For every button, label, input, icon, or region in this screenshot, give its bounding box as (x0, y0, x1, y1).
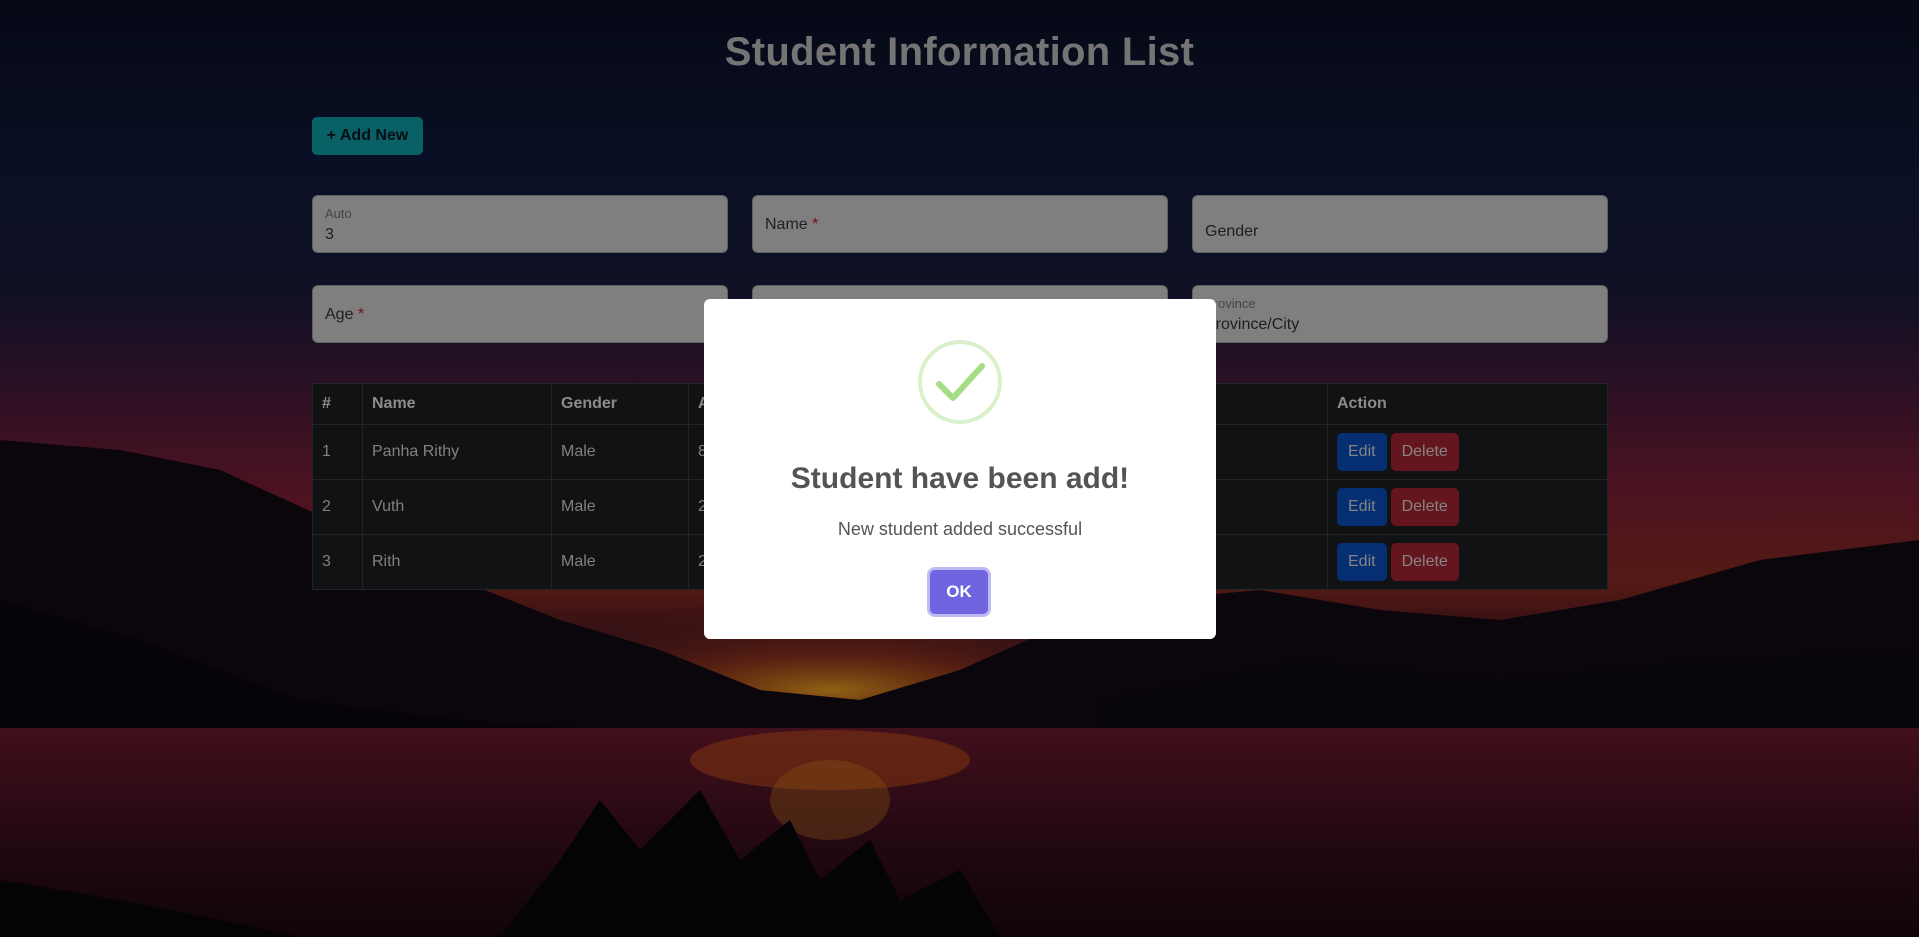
success-dialog: Student have been add! New student added… (704, 299, 1216, 639)
success-check-icon (917, 339, 1003, 425)
dialog-message: New student added successful (837, 519, 1083, 539)
ok-button[interactable]: OK (930, 570, 988, 614)
dialog-title: Student have been add! (790, 462, 1130, 495)
